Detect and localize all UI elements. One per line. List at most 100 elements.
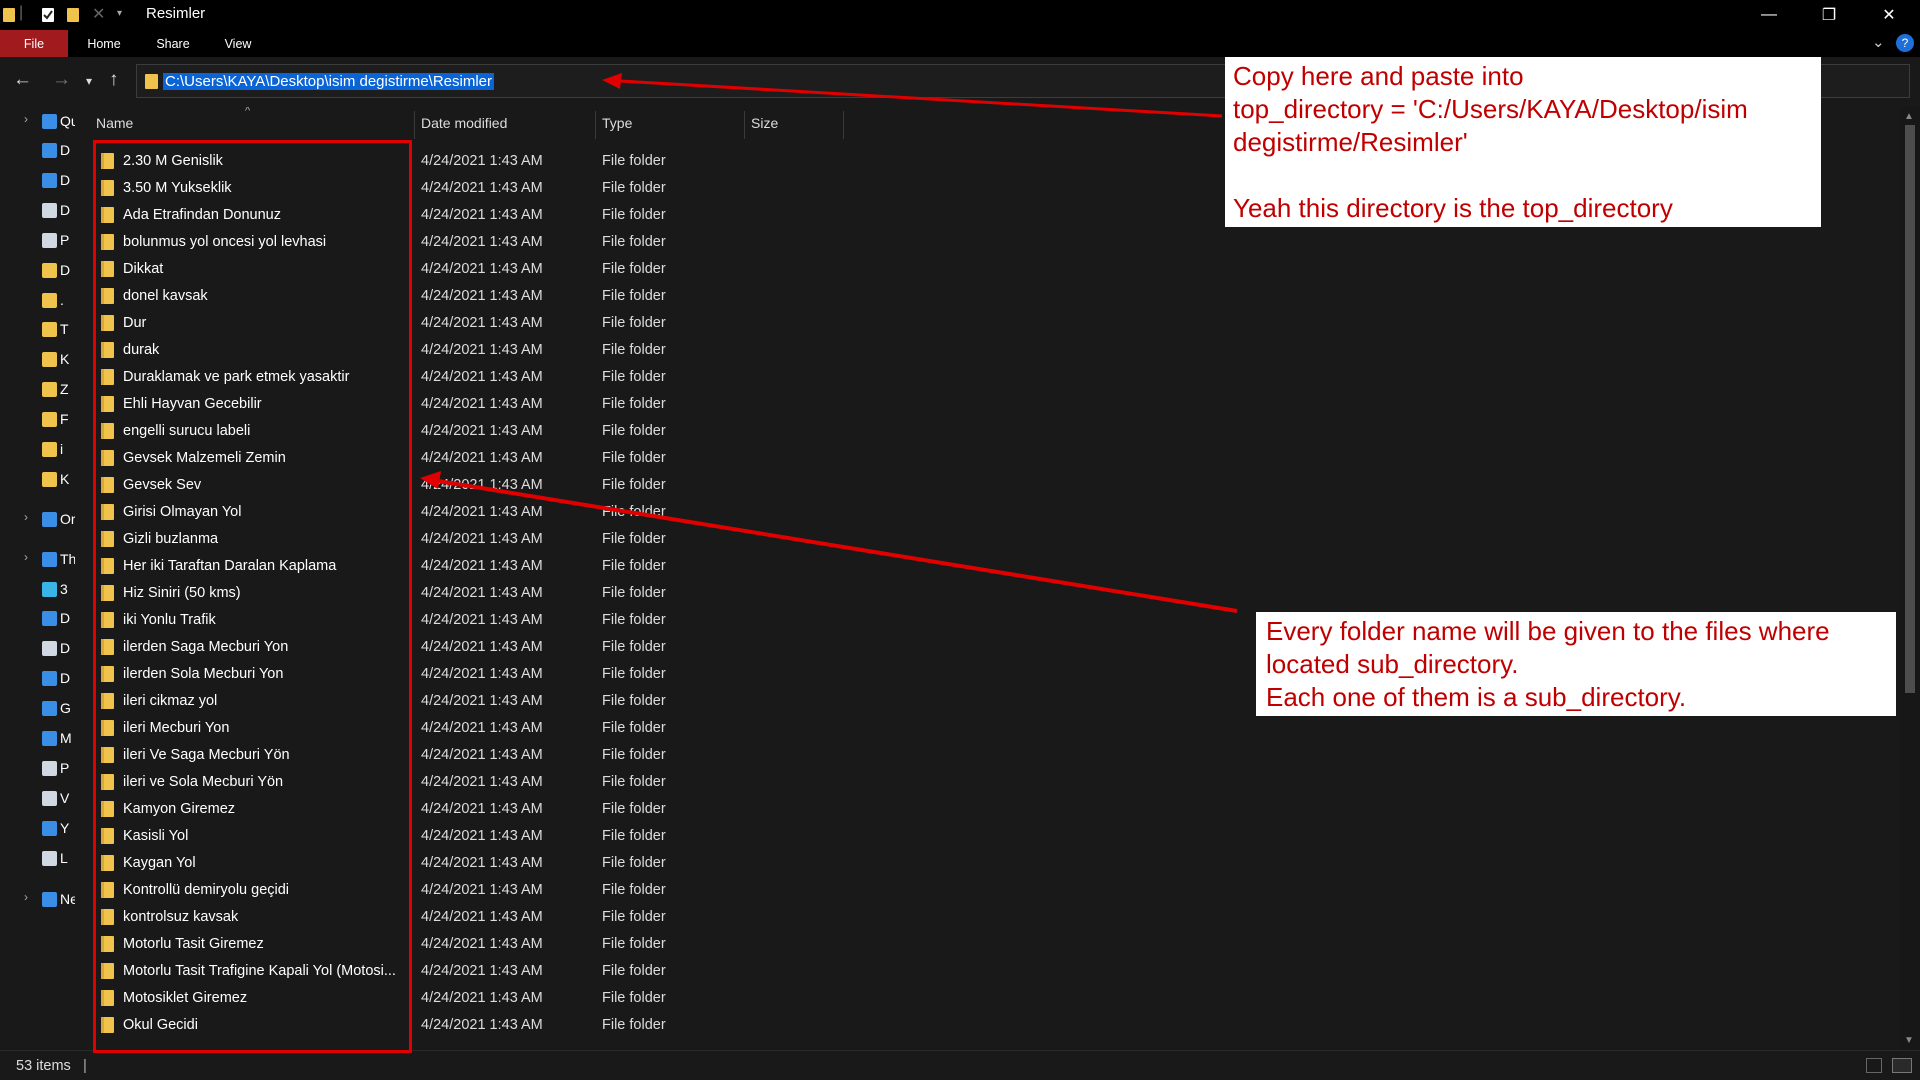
sidebar-item[interactable]: › Th: [0, 545, 75, 575]
file-date: 4/24/2021 1:43 AM: [421, 504, 543, 520]
file-type: File folder: [602, 666, 666, 682]
sidebar-item[interactable]: D: [0, 604, 75, 634]
sidebar-item-label: .: [60, 292, 64, 308]
chevron-right-icon[interactable]: ›: [24, 112, 28, 126]
scroll-up-icon[interactable]: ▲: [1904, 111, 1914, 122]
sidebar-item[interactable]: P: [0, 226, 75, 256]
recent-locations-icon[interactable]: ▾: [86, 74, 92, 88]
sort-ascending-icon: ^: [245, 107, 251, 117]
file-date: 4/24/2021 1:43 AM: [421, 288, 543, 304]
sidebar-item[interactable]: Y: [0, 814, 75, 844]
sidebar-item[interactable]: L: [0, 844, 75, 874]
sidebar-item-label: P: [60, 760, 70, 776]
sidebar-item-label: Th: [60, 551, 75, 567]
file-date: 4/24/2021 1:43 AM: [421, 261, 543, 277]
new-folder-icon[interactable]: [66, 6, 80, 23]
sidebar-item[interactable]: F: [0, 405, 75, 435]
tab-share[interactable]: Share: [143, 30, 203, 57]
file-type: File folder: [602, 909, 666, 925]
file-type: File folder: [602, 207, 666, 223]
sidebar-item[interactable]: V: [0, 784, 75, 814]
file-date: 4/24/2021 1:43 AM: [421, 747, 543, 763]
pictures-icon: [42, 761, 57, 776]
sidebar-item[interactable]: › Qu: [0, 107, 75, 137]
sidebar-item[interactable]: D: [0, 196, 75, 226]
customize-toolbar-icon[interactable]: ▾: [117, 8, 122, 19]
maximize-button[interactable]: ❐: [1801, 0, 1857, 30]
help-icon[interactable]: ?: [1896, 34, 1914, 52]
sidebar-item[interactable]: G: [0, 694, 75, 724]
sidebar-item-label: Or: [60, 511, 75, 527]
column-divider[interactable]: [414, 111, 415, 139]
delete-icon[interactable]: ✕: [92, 4, 105, 24]
address-bar[interactable]: C:\Users\KAYA\Desktop\isim degistirme\Re…: [136, 64, 1236, 98]
sidebar-item[interactable]: D: [0, 634, 75, 664]
column-divider[interactable]: [843, 111, 844, 139]
column-type[interactable]: Type: [602, 115, 632, 131]
sidebar-item[interactable]: D: [0, 256, 75, 286]
file-type: File folder: [602, 990, 666, 1006]
large-icons-view-icon[interactable]: [1892, 1058, 1912, 1073]
back-arrow-icon[interactable]: ←: [13, 69, 32, 91]
sidebar-item[interactable]: .: [0, 286, 75, 316]
file-type: File folder: [602, 153, 666, 169]
sidebar-item[interactable]: M: [0, 724, 75, 754]
sidebar-item[interactable]: D: [0, 136, 75, 166]
column-name[interactable]: Name: [96, 115, 133, 131]
download-icon: [42, 671, 57, 686]
onedrive-icon: [42, 512, 57, 527]
scrollbar-thumb[interactable]: [1905, 125, 1915, 693]
sidebar-item[interactable]: Z: [0, 375, 75, 405]
sidebar-item[interactable]: D: [0, 166, 75, 196]
sidebar-item[interactable]: 3: [0, 575, 75, 605]
details-view-icon[interactable]: [1866, 1058, 1882, 1073]
file-date: 4/24/2021 1:43 AM: [421, 774, 543, 790]
file-date: 4/24/2021 1:43 AM: [421, 1017, 543, 1033]
file-date: 4/24/2021 1:43 AM: [421, 558, 543, 574]
chevron-right-icon[interactable]: ›: [24, 510, 28, 524]
chevron-right-icon[interactable]: ›: [24, 550, 28, 564]
navigation-pane[interactable]: › Qu D D D P D. T K Z Fi K › Or › Th 3 D D D G M P V Y L › Ne: [0, 107, 75, 1050]
status-bar: 53 items |: [0, 1050, 1920, 1080]
scroll-down-icon[interactable]: ▼: [1904, 1035, 1914, 1046]
minimize-button[interactable]: —: [1741, 0, 1797, 30]
file-date: 4/24/2021 1:43 AM: [421, 207, 543, 223]
sidebar-item[interactable]: › Or: [0, 505, 75, 535]
sidebar-item-label: F: [60, 411, 69, 427]
close-button[interactable]: ✕: [1861, 0, 1917, 30]
file-type: File folder: [602, 585, 666, 601]
chevron-right-icon[interactable]: ›: [24, 890, 28, 904]
sidebar-item[interactable]: P: [0, 754, 75, 784]
star-icon: [42, 114, 57, 129]
3d-objects-icon: [42, 582, 57, 597]
annotation-line: degistirme/Resimler': [1233, 127, 1468, 157]
address-path[interactable]: C:\Users\KAYA\Desktop\isim degistirme\Re…: [163, 73, 495, 90]
sidebar-item[interactable]: K: [0, 345, 75, 375]
properties-icon[interactable]: [41, 6, 55, 23]
folder-icon: [42, 352, 57, 367]
file-date: 4/24/2021 1:43 AM: [421, 234, 543, 250]
title-bar: | ✕ ▾ Resimler — ❐ ✕: [0, 0, 1920, 30]
column-divider[interactable]: [595, 111, 596, 139]
tab-view[interactable]: View: [210, 30, 266, 57]
column-size[interactable]: Size: [751, 115, 778, 131]
sidebar-item-label: T: [60, 321, 69, 337]
sidebar-item[interactable]: T: [0, 315, 75, 345]
file-type: File folder: [602, 261, 666, 277]
ribbon-expand-icon[interactable]: ⌄: [1872, 33, 1885, 51]
sidebar-item[interactable]: K: [0, 465, 75, 495]
file-date: 4/24/2021 1:43 AM: [421, 720, 543, 736]
up-arrow-icon[interactable]: ↑: [109, 69, 119, 91]
file-date: 4/24/2021 1:43 AM: [421, 666, 543, 682]
tab-file[interactable]: File: [0, 30, 68, 57]
column-divider[interactable]: [744, 111, 745, 139]
tab-home[interactable]: Home: [74, 30, 134, 57]
sidebar-item[interactable]: › Ne: [0, 885, 75, 915]
sidebar-item[interactable]: i: [0, 435, 75, 465]
vertical-scrollbar[interactable]: ▲ ▼: [1900, 107, 1920, 1050]
sidebar-item[interactable]: D: [0, 664, 75, 694]
file-type: File folder: [602, 342, 666, 358]
column-date-modified[interactable]: Date modified: [421, 115, 507, 131]
forward-arrow-icon[interactable]: →: [52, 69, 71, 91]
sidebar-item-label: K: [60, 351, 70, 367]
